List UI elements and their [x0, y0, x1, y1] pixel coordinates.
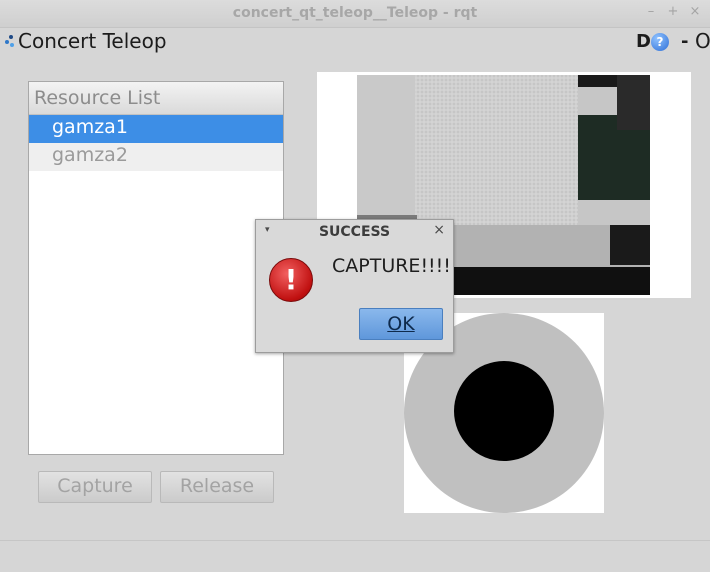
dialog-title: SUCCESS — [318, 224, 391, 240]
capture-button[interactable]: Capture — [38, 471, 152, 503]
joystick-knob[interactable] — [454, 361, 554, 461]
ros-plugin-icon — [5, 35, 14, 47]
minimize-plugin-button[interactable]: - — [681, 31, 688, 52]
options-button[interactable]: O — [695, 29, 710, 53]
close-window-button[interactable]: × — [687, 4, 703, 19]
dock-button[interactable]: D — [636, 31, 651, 52]
error-icon: ! — [269, 258, 313, 302]
window-title: concert_qt_teleop__Teleop - rqt — [232, 5, 478, 21]
dialog-message: CAPTURE!!!! — [332, 255, 451, 277]
window-titlebar: concert_qt_teleop__Teleop - rqt – + × — [0, 0, 710, 28]
status-bar — [0, 540, 710, 572]
help-icon[interactable]: ? — [651, 33, 669, 51]
success-dialog: ▾ SUCCESS × ! CAPTURE!!!! OK — [255, 219, 454, 353]
list-item-gamza1[interactable]: gamza1 — [29, 115, 283, 143]
resource-list-header: Resource List — [29, 82, 283, 115]
plugin-title: Concert Teleop — [18, 29, 167, 53]
maximize-button[interactable]: + — [665, 4, 681, 19]
dialog-close-icon[interactable]: × — [433, 222, 445, 238]
error-icon-glyph: ! — [284, 263, 298, 296]
minimize-button[interactable]: – — [643, 4, 659, 19]
list-item-gamza2[interactable]: gamza2 — [29, 143, 283, 171]
release-button[interactable]: Release — [160, 471, 274, 503]
resource-list[interactable]: Resource List gamza1 gamza2 — [28, 81, 284, 455]
ok-button[interactable]: OK — [359, 308, 443, 340]
